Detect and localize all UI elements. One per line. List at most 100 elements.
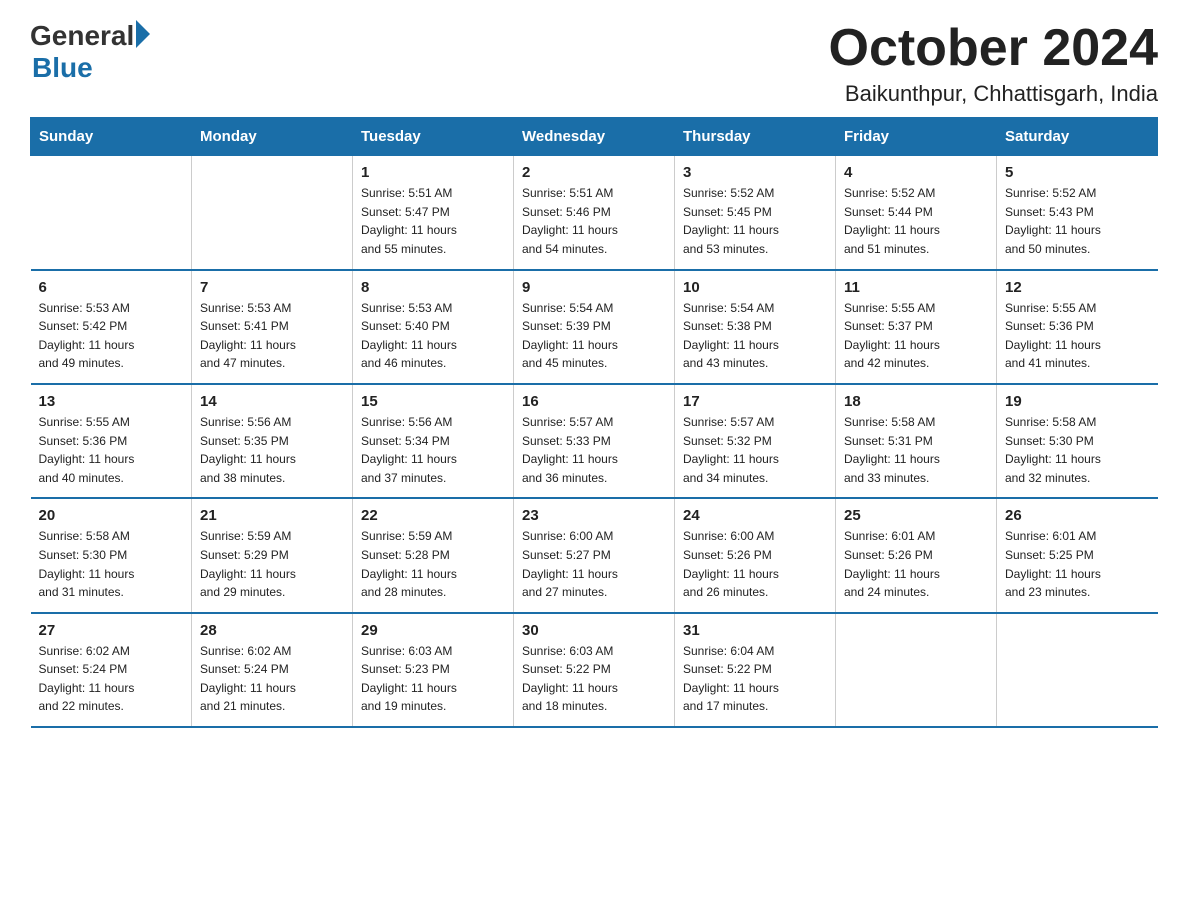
column-header-saturday: Saturday	[997, 118, 1158, 156]
calendar-cell: 3 Sunrise: 5:52 AM Sunset: 5:45 PM Daylig…	[675, 156, 836, 270]
calendar-cell	[836, 613, 997, 727]
day-info: Sunrise: 5:59 AM Sunset: 5:29 PM Dayligh…	[200, 527, 344, 601]
calendar-cell: 25Sunrise: 6:01 AM Sunset: 5:26 PM Dayli…	[836, 498, 997, 612]
day-number: 15	[361, 393, 505, 410]
day-number: 9	[522, 279, 666, 296]
day-number: 16	[522, 393, 666, 410]
day-number: 21	[200, 507, 344, 524]
day-info: Sunrise: 5:57 AM Sunset: 5:33 PM Dayligh…	[522, 413, 666, 487]
day-number: 4	[844, 164, 988, 181]
calendar-cell: 9 Sunrise: 5:54 AM Sunset: 5:39 PM Daylig…	[514, 270, 675, 384]
day-info: Sunrise: 6:03 AM Sunset: 5:22 PM Dayligh…	[522, 642, 666, 716]
calendar-week-row: 27 Sunrise: 6:02 AM Sunset: 5:24 PM Dayli…	[31, 613, 1158, 727]
calendar-cell: 21 Sunrise: 5:59 AM Sunset: 5:29 PM Dayli…	[192, 498, 353, 612]
day-info: Sunrise: 5:52 AM Sunset: 5:44 PM Dayligh…	[844, 184, 988, 258]
column-header-wednesday: Wednesday	[514, 118, 675, 156]
day-number: 10	[683, 279, 827, 296]
day-number: 24	[683, 507, 827, 524]
calendar-cell: 31 Sunrise: 6:04 AM Sunset: 5:22 PM Dayli…	[675, 613, 836, 727]
day-number: 14	[200, 393, 344, 410]
day-number: 17	[683, 393, 827, 410]
day-info: Sunrise: 5:55 AM Sunset: 5:36 PM Dayligh…	[1005, 299, 1150, 373]
day-info: Sunrise: 5:53 AM Sunset: 5:40 PM Dayligh…	[361, 299, 505, 373]
calendar-week-row: 13Sunrise: 5:55 AM Sunset: 5:36 PM Dayli…	[31, 384, 1158, 498]
calendar-cell: 30 Sunrise: 6:03 AM Sunset: 5:22 PM Dayli…	[514, 613, 675, 727]
calendar-cell: 20Sunrise: 5:58 AM Sunset: 5:30 PM Dayli…	[31, 498, 192, 612]
day-number: 2	[522, 164, 666, 181]
day-info: Sunrise: 6:02 AM Sunset: 5:24 PM Dayligh…	[200, 642, 344, 716]
calendar-week-row: 1Sunrise: 5:51 AM Sunset: 5:47 PM Daylig…	[31, 156, 1158, 270]
day-info: Sunrise: 5:55 AM Sunset: 5:37 PM Dayligh…	[844, 299, 988, 373]
calendar-cell: 23 Sunrise: 6:00 AM Sunset: 5:27 PM Dayli…	[514, 498, 675, 612]
day-number: 26	[1005, 507, 1150, 524]
calendar-cell: 10 Sunrise: 5:54 AM Sunset: 5:38 PM Dayli…	[675, 270, 836, 384]
day-info: Sunrise: 6:04 AM Sunset: 5:22 PM Dayligh…	[683, 642, 827, 716]
calendar-cell: 17 Sunrise: 5:57 AM Sunset: 5:32 PM Dayli…	[675, 384, 836, 498]
day-info: Sunrise: 5:51 AM Sunset: 5:46 PM Dayligh…	[522, 184, 666, 258]
day-info: Sunrise: 5:52 AM Sunset: 5:43 PM Dayligh…	[1005, 184, 1150, 258]
day-number: 29	[361, 622, 505, 639]
page-header: General Blue October 2024 Baikunthpur, C…	[30, 20, 1158, 107]
calendar-week-row: 20Sunrise: 5:58 AM Sunset: 5:30 PM Dayli…	[31, 498, 1158, 612]
calendar-cell: 7 Sunrise: 5:53 AM Sunset: 5:41 PM Daylig…	[192, 270, 353, 384]
day-info: Sunrise: 5:55 AM Sunset: 5:36 PM Dayligh…	[39, 413, 184, 487]
day-number: 22	[361, 507, 505, 524]
calendar-cell: 12 Sunrise: 5:55 AM Sunset: 5:36 PM Dayli…	[997, 270, 1158, 384]
day-info: Sunrise: 6:01 AM Sunset: 5:26 PM Dayligh…	[844, 527, 988, 601]
day-info: Sunrise: 5:53 AM Sunset: 5:41 PM Dayligh…	[200, 299, 344, 373]
day-info: Sunrise: 5:51 AM Sunset: 5:47 PM Dayligh…	[361, 184, 505, 258]
calendar-cell: 5 Sunrise: 5:52 AM Sunset: 5:43 PM Daylig…	[997, 156, 1158, 270]
calendar-cell: 8 Sunrise: 5:53 AM Sunset: 5:40 PM Daylig…	[353, 270, 514, 384]
calendar-cell: 14 Sunrise: 5:56 AM Sunset: 5:35 PM Dayli…	[192, 384, 353, 498]
day-info: Sunrise: 5:54 AM Sunset: 5:39 PM Dayligh…	[522, 299, 666, 373]
calendar-cell: 6 Sunrise: 5:53 AM Sunset: 5:42 PM Daylig…	[31, 270, 192, 384]
logo-general-text: General	[30, 20, 134, 52]
calendar-cell: 27 Sunrise: 6:02 AM Sunset: 5:24 PM Dayli…	[31, 613, 192, 727]
day-info: Sunrise: 5:53 AM Sunset: 5:42 PM Dayligh…	[39, 299, 184, 373]
day-info: Sunrise: 5:56 AM Sunset: 5:35 PM Dayligh…	[200, 413, 344, 487]
column-header-thursday: Thursday	[675, 118, 836, 156]
logo-arrow-icon	[136, 20, 150, 48]
calendar-cell	[997, 613, 1158, 727]
day-number: 6	[39, 279, 184, 296]
day-number: 11	[844, 279, 988, 296]
calendar-cell: 18 Sunrise: 5:58 AM Sunset: 5:31 PM Dayli…	[836, 384, 997, 498]
day-info: Sunrise: 6:01 AM Sunset: 5:25 PM Dayligh…	[1005, 527, 1150, 601]
day-number: 5	[1005, 164, 1150, 181]
day-info: Sunrise: 6:02 AM Sunset: 5:24 PM Dayligh…	[39, 642, 184, 716]
day-number: 8	[361, 279, 505, 296]
logo-blue-text: Blue	[32, 52, 93, 84]
day-number: 28	[200, 622, 344, 639]
calendar-cell: 19Sunrise: 5:58 AM Sunset: 5:30 PM Dayli…	[997, 384, 1158, 498]
day-info: Sunrise: 5:58 AM Sunset: 5:31 PM Dayligh…	[844, 413, 988, 487]
day-info: Sunrise: 5:54 AM Sunset: 5:38 PM Dayligh…	[683, 299, 827, 373]
column-header-friday: Friday	[836, 118, 997, 156]
day-number: 23	[522, 507, 666, 524]
calendar-cell: 15Sunrise: 5:56 AM Sunset: 5:34 PM Dayli…	[353, 384, 514, 498]
calendar-cell: 2 Sunrise: 5:51 AM Sunset: 5:46 PM Daylig…	[514, 156, 675, 270]
day-number: 27	[39, 622, 184, 639]
calendar-cell: 26 Sunrise: 6:01 AM Sunset: 5:25 PM Dayli…	[997, 498, 1158, 612]
day-number: 30	[522, 622, 666, 639]
day-info: Sunrise: 5:59 AM Sunset: 5:28 PM Dayligh…	[361, 527, 505, 601]
day-number: 31	[683, 622, 827, 639]
calendar-cell: 1Sunrise: 5:51 AM Sunset: 5:47 PM Daylig…	[353, 156, 514, 270]
day-number: 20	[39, 507, 184, 524]
calendar-cell: 29Sunrise: 6:03 AM Sunset: 5:23 PM Dayli…	[353, 613, 514, 727]
calendar-cell	[192, 156, 353, 270]
day-number: 18	[844, 393, 988, 410]
day-number: 3	[683, 164, 827, 181]
calendar-cell: 16 Sunrise: 5:57 AM Sunset: 5:33 PM Dayli…	[514, 384, 675, 498]
day-number: 7	[200, 279, 344, 296]
day-info: Sunrise: 5:58 AM Sunset: 5:30 PM Dayligh…	[1005, 413, 1150, 487]
day-info: Sunrise: 5:57 AM Sunset: 5:32 PM Dayligh…	[683, 413, 827, 487]
logo: General Blue	[30, 20, 150, 84]
calendar-cell: 22 Sunrise: 5:59 AM Sunset: 5:28 PM Dayli…	[353, 498, 514, 612]
title-block: October 2024 Baikunthpur, Chhattisgarh, …	[829, 20, 1159, 107]
column-header-monday: Monday	[192, 118, 353, 156]
day-number: 12	[1005, 279, 1150, 296]
calendar-cell: 24Sunrise: 6:00 AM Sunset: 5:26 PM Dayli…	[675, 498, 836, 612]
calendar-week-row: 6 Sunrise: 5:53 AM Sunset: 5:42 PM Daylig…	[31, 270, 1158, 384]
day-info: Sunrise: 6:00 AM Sunset: 5:27 PM Dayligh…	[522, 527, 666, 601]
day-info: Sunrise: 5:52 AM Sunset: 5:45 PM Dayligh…	[683, 184, 827, 258]
